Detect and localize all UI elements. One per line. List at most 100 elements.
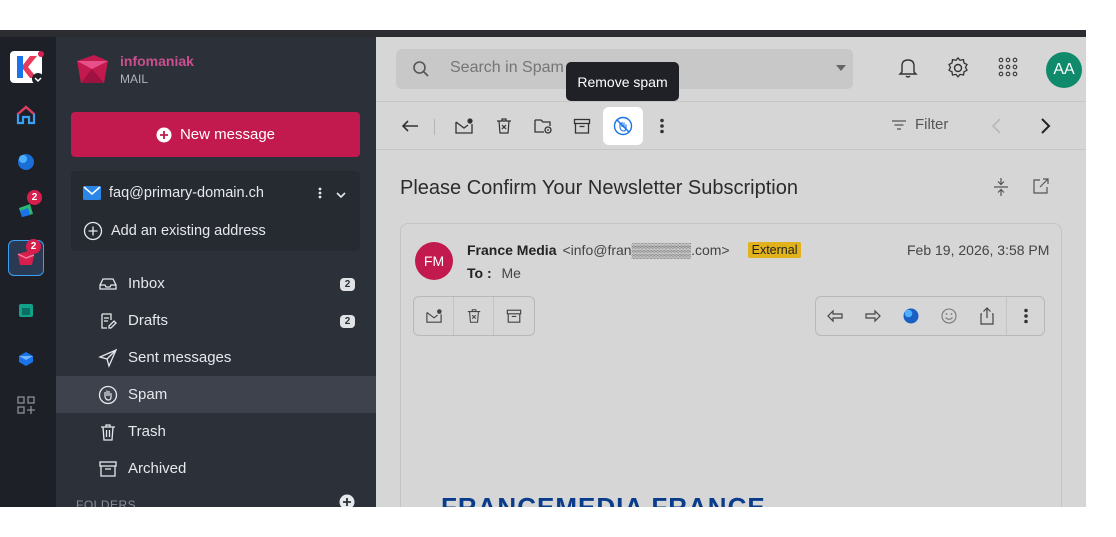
add-folder-button[interactable] xyxy=(339,494,355,507)
add-address-button[interactable]: Add an existing address xyxy=(83,221,266,241)
search-options-dropdown[interactable] xyxy=(836,65,846,71)
message-subject: Please Confirm Your Newsletter Subscript… xyxy=(400,177,798,199)
account-expand-button[interactable] xyxy=(335,187,347,205)
archive-button[interactable] xyxy=(570,114,594,138)
window-top-bar xyxy=(0,30,1086,37)
sender-name[interactable]: France Media xyxy=(467,242,556,258)
add-address-label: Add an existing address xyxy=(111,223,266,239)
recipients-line: To : Me xyxy=(467,265,521,281)
arrow-left-icon xyxy=(401,120,418,132)
mark-unread-button[interactable] xyxy=(452,114,476,138)
unread-count: 2 xyxy=(340,278,355,291)
message-more-button[interactable] xyxy=(1006,297,1044,335)
filter-label: Filter xyxy=(915,116,949,133)
home-icon xyxy=(16,105,36,125)
sender-line: France Media <info@fran▒▒▒▒▒▒.com> Exter… xyxy=(467,242,802,258)
remove-spam-button[interactable] xyxy=(603,107,643,145)
infomaniak-mail-logo-icon xyxy=(77,55,108,83)
drive-icon xyxy=(19,352,33,366)
account-block: faq@primary-domain.ch Add an existing ad… xyxy=(71,171,360,251)
gear-icon[interactable] xyxy=(947,57,969,79)
archive-icon xyxy=(506,309,522,323)
collapse-icon[interactable] xyxy=(992,177,1010,197)
folder-sent[interactable]: Sent messages xyxy=(56,339,376,376)
chevron-left-icon[interactable] xyxy=(990,116,1004,136)
trash-x-icon xyxy=(467,309,480,323)
filter-button[interactable]: Filter xyxy=(891,116,948,133)
spam-hand-icon xyxy=(98,385,118,405)
back-button[interactable] xyxy=(398,114,422,138)
folder-inbox[interactable]: Inbox 2 xyxy=(56,265,376,302)
folder-panel: infomaniak MAIL New message faq@primary-… xyxy=(56,37,376,507)
newsletter-logos: FRANCEMEDIA FRANCE xyxy=(441,492,766,507)
mail-unread-icon xyxy=(455,118,473,134)
kchat-app-logo[interactable] xyxy=(8,49,44,85)
share-button[interactable] xyxy=(968,297,1006,335)
brand-logo[interactable] xyxy=(74,51,112,89)
trash-icon xyxy=(101,424,115,441)
trash-x-icon xyxy=(497,118,511,134)
message-actions-left xyxy=(413,296,535,336)
chevron-right-icon[interactable] xyxy=(1038,116,1052,136)
kchat-badge: 2 xyxy=(27,190,42,205)
calendar-icon xyxy=(19,304,33,317)
sphere-icon xyxy=(18,154,34,170)
to-label: To : xyxy=(467,265,492,281)
folder-label: Spam xyxy=(128,386,168,403)
rail-mail[interactable]: 2 xyxy=(8,239,44,276)
folder-label: Inbox xyxy=(128,275,165,292)
archive-icon xyxy=(573,118,591,134)
inbox-icon xyxy=(99,278,117,290)
new-message-label: New message xyxy=(179,126,276,143)
apps-grid-icon[interactable] xyxy=(998,57,1018,77)
user-avatar[interactable]: AA xyxy=(1046,52,1082,88)
message-date: Feb 19, 2026, 3:58 PM xyxy=(907,242,1050,258)
unread-count: 2 xyxy=(340,315,355,328)
add-apps-icon xyxy=(17,396,35,414)
account-options-button[interactable] xyxy=(317,185,323,206)
folder-trash[interactable]: Trash xyxy=(56,413,376,450)
rail-add-apps[interactable] xyxy=(8,387,44,423)
apps-rail: 2 2 xyxy=(0,37,56,507)
filter-icon xyxy=(892,119,906,130)
recipient-name[interactable]: Me xyxy=(502,265,521,281)
new-message-button[interactable]: New message xyxy=(71,112,360,157)
archive-button[interactable] xyxy=(494,297,534,335)
folder-drafts[interactable]: Drafts 2 xyxy=(56,302,376,339)
send-icon xyxy=(98,348,118,368)
mark-unread-button[interactable] xyxy=(414,297,454,335)
bell-icon[interactable] xyxy=(898,57,918,79)
folder-spam[interactable]: Spam xyxy=(56,376,376,413)
rail-calendar[interactable] xyxy=(8,292,44,328)
folder-archived[interactable]: Archived xyxy=(56,450,376,487)
more-actions-button[interactable] xyxy=(650,114,674,138)
folder-label: Archived xyxy=(128,460,187,477)
reaction-button[interactable] xyxy=(930,297,968,335)
sender-avatar[interactable]: FM xyxy=(415,242,453,280)
app-window: 2 2 infomaniak MAIL New message faq@prim… xyxy=(0,30,1086,507)
delete-button[interactable] xyxy=(454,297,494,335)
app-switcher-logo-icon xyxy=(10,51,44,85)
euria-button[interactable] xyxy=(892,297,930,335)
open-in-new-icon[interactable] xyxy=(1032,177,1050,195)
rail-kdrive[interactable] xyxy=(8,340,44,376)
rail-kchat[interactable]: 2 xyxy=(8,190,44,228)
mail-unread-icon xyxy=(425,309,442,323)
kebab-icon xyxy=(1023,308,1028,324)
rail-euria[interactable] xyxy=(8,144,44,180)
main-area: AA xyxy=(376,37,1086,507)
forward-icon xyxy=(865,309,881,323)
not-spam-icon xyxy=(613,116,633,136)
kebab-icon xyxy=(660,118,664,134)
move-button[interactable] xyxy=(531,114,555,138)
delete-button[interactable] xyxy=(492,114,516,138)
message-card: FM France Media <info@fran▒▒▒▒▒▒.com> Ex… xyxy=(400,223,1062,507)
reply-button[interactable] xyxy=(816,297,854,335)
folders-section-header: FOLDERS xyxy=(76,498,137,507)
forward-button[interactable] xyxy=(854,297,892,335)
message-toolbar: Filter xyxy=(376,101,1086,150)
rail-home[interactable] xyxy=(8,97,44,133)
sender-email[interactable]: <info@fran▒▒▒▒▒▒.com> xyxy=(562,242,729,258)
folder-label: Drafts xyxy=(128,312,169,329)
account-selector[interactable]: faq@primary-domain.ch xyxy=(83,185,264,201)
